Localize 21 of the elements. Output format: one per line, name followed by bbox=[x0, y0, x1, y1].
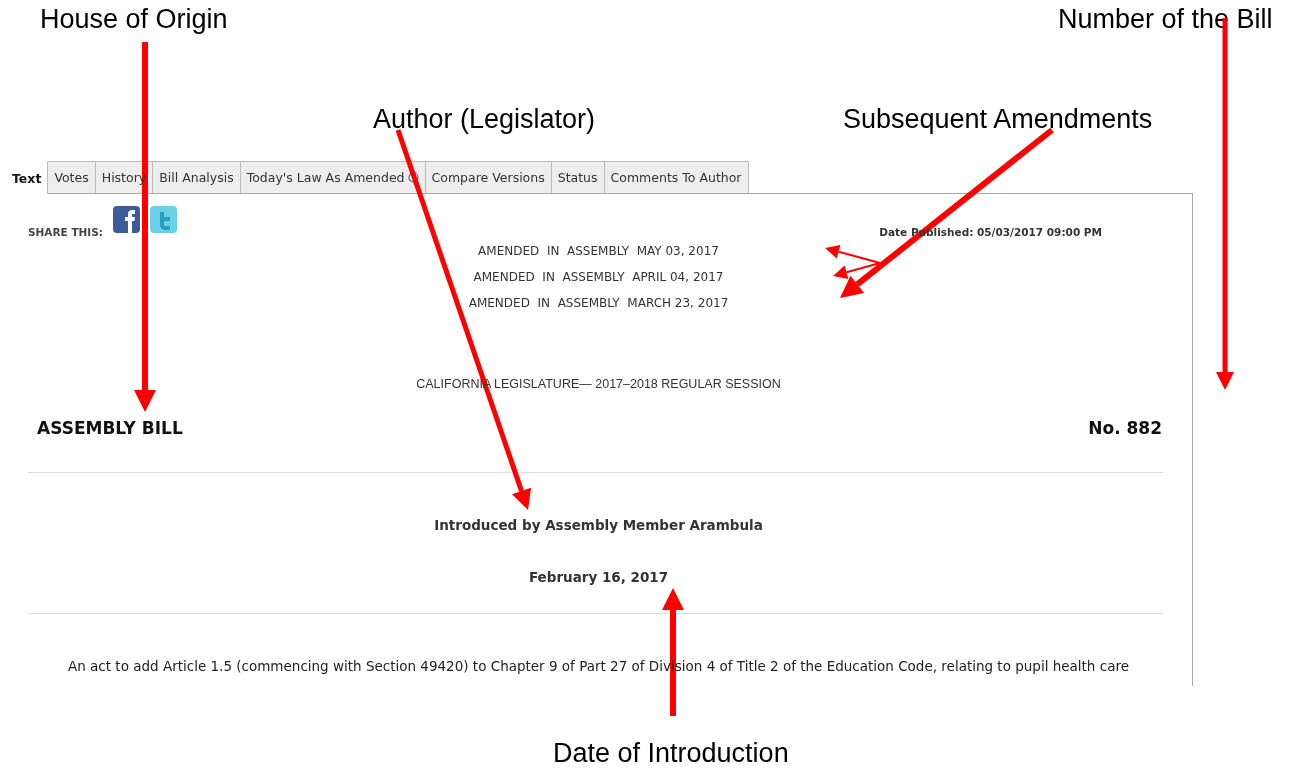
amendment-line: AMENDED IN ASSEMBLY APRIL 04, 2017 bbox=[473, 270, 724, 284]
tab[interactable]: Votes bbox=[48, 161, 96, 193]
tab[interactable]: Text bbox=[5, 161, 49, 194]
tab[interactable]: Compare Versions bbox=[425, 161, 552, 193]
tab[interactable]: Bill Analysis bbox=[153, 161, 241, 193]
annotation-label: Date of Introduction bbox=[553, 738, 789, 769]
annotation-label: Subsequent Amendments bbox=[843, 104, 1153, 135]
tab[interactable]: Comments To Author bbox=[604, 161, 749, 193]
house-of-origin: ASSEMBLY BILL bbox=[37, 418, 183, 438]
bill-number: No. 882 bbox=[1088, 418, 1162, 438]
tab[interactable]: Status bbox=[551, 161, 605, 193]
amendment-line: AMENDED IN ASSEMBLY MARCH 23, 2017 bbox=[468, 296, 729, 310]
annotation-label: Author (Legislator) bbox=[373, 104, 596, 135]
annotation-label: House of Origin bbox=[40, 4, 228, 35]
introduced-by: Introduced by Assembly Member Arambula bbox=[433, 517, 764, 533]
amendment-line: AMENDED IN ASSEMBLY MAY 03, 2017 bbox=[478, 244, 719, 258]
f-letter-icon[interactable] bbox=[113, 206, 140, 233]
share-label: SHARE THIS: bbox=[28, 226, 103, 238]
tab[interactable]: Today's Law As Amended bbox=[240, 161, 426, 193]
introduced-date: February 16, 2017 bbox=[527, 569, 670, 585]
info-icon[interactable] bbox=[407, 172, 419, 183]
